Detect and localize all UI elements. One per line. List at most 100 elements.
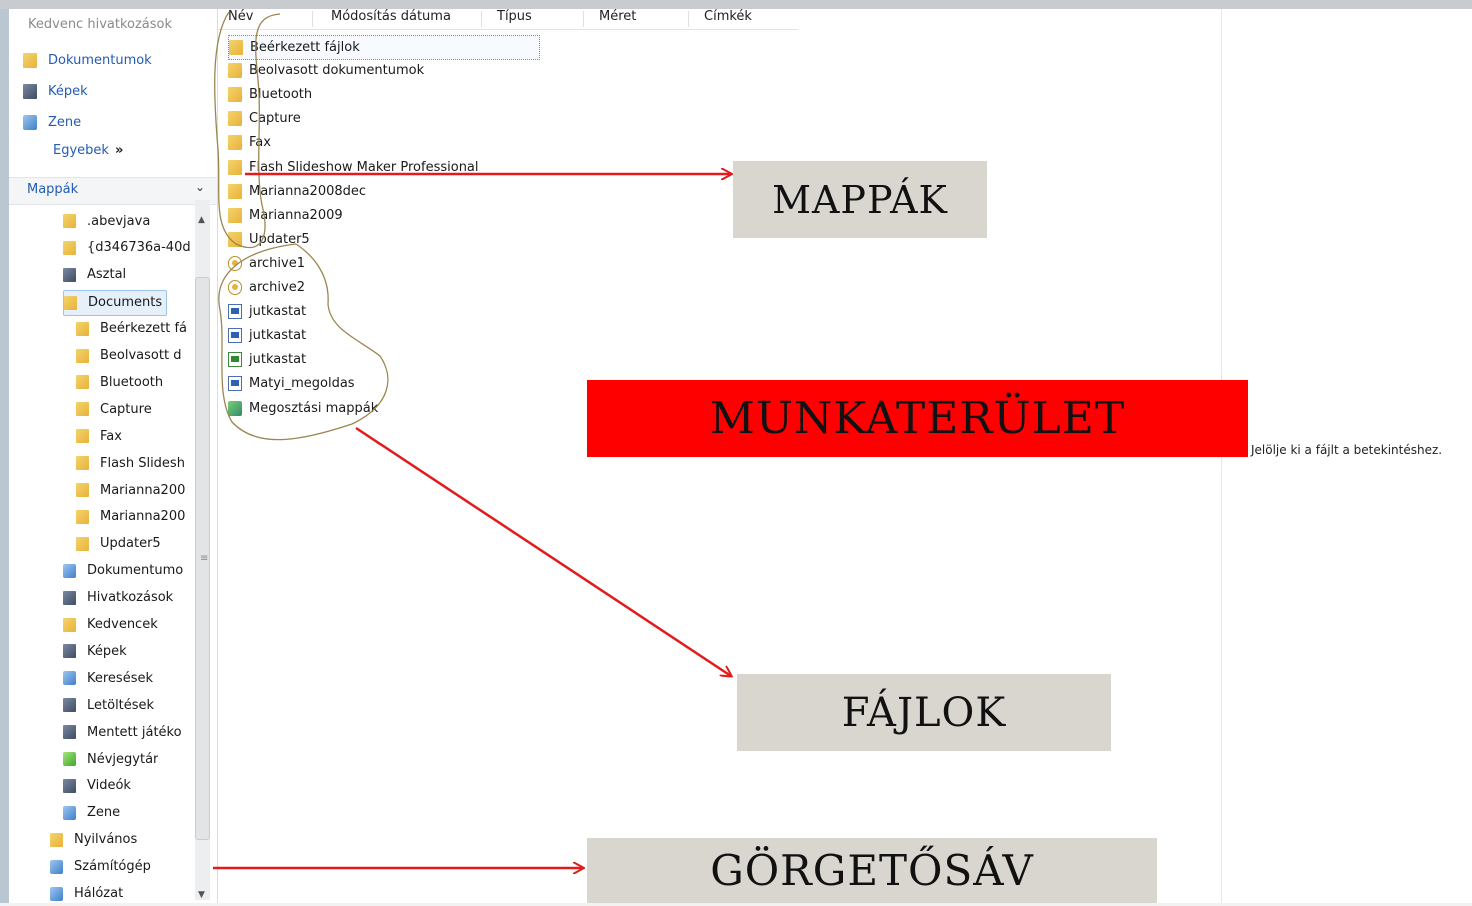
tree-item[interactable]: Flash Slidesh [76, 451, 185, 475]
more-label: Egyebek [53, 143, 109, 158]
saved-games-icon [63, 725, 76, 740]
archive-icon [228, 280, 242, 295]
tree-item[interactable]: Asztal [63, 263, 126, 287]
tree-item[interactable]: Névjegytár [63, 747, 158, 771]
folder-row[interactable]: Bluetooth [228, 83, 312, 106]
scrollbar-thumb[interactable]: ≡ [195, 277, 210, 840]
word-document-icon [228, 328, 242, 344]
tree-item[interactable]: Videók [63, 774, 131, 798]
chevron-down-icon[interactable]: ⌄ [195, 180, 205, 194]
folder-icon [63, 240, 76, 255]
column-modified[interactable]: Módosítás dátuma [331, 9, 451, 24]
downloads-icon [63, 698, 76, 713]
tree-item[interactable]: Zene [63, 801, 120, 825]
file-name: jutkastat [249, 352, 307, 368]
folder-icon [229, 40, 243, 55]
file-row[interactable]: jutkastat [228, 348, 306, 371]
tree-item[interactable]: Mentett játéko [63, 720, 182, 744]
file-row[interactable]: Matyi_megoldas [228, 372, 355, 395]
tree-item-label: Videók [87, 778, 131, 794]
tree-item-label: Hálózat [74, 886, 124, 901]
tree-item[interactable]: Beérkezett fá [76, 317, 187, 341]
folder-icon [228, 87, 242, 103]
tree-item[interactable]: Hálózat [50, 882, 123, 906]
folder-icon [228, 207, 242, 223]
folder-row[interactable]: Beolvasott dokumentumok [228, 59, 424, 82]
pictures-icon [23, 83, 37, 99]
tree-item[interactable]: Beolvasott d [76, 344, 181, 368]
tree-item[interactable]: {d346736a-40d [63, 236, 191, 260]
grip-icon: ≡ [200, 553, 209, 564]
column-size[interactable]: Méret [599, 9, 636, 24]
tree-item[interactable]: Dokumentumo [63, 559, 183, 583]
column-type[interactable]: Típus [497, 9, 532, 24]
callout-folders: MAPPÁK [733, 161, 987, 238]
folder-row[interactable]: Beérkezett fájlok [228, 35, 540, 60]
tree-item-label: {d346736a-40d [87, 240, 191, 256]
tree-item-label: Dokumentumo [87, 563, 184, 579]
tree-item-label: Bluetooth [100, 374, 164, 390]
file-row[interactable]: archive1 [228, 252, 305, 275]
tree-item-label: Updater5 [100, 536, 161, 552]
tree-item-label: Marianna200 [100, 482, 186, 498]
tree-item[interactable]: Letöltések [63, 693, 154, 717]
tree-item[interactable]: Keresések [63, 666, 153, 690]
callout-scrollbar: GÖRGETŐSÁV [587, 838, 1157, 903]
folder-row[interactable]: Capture [228, 107, 301, 130]
file-row[interactable]: jutkastat [228, 300, 306, 323]
double-chevron-icon: » [114, 143, 124, 158]
column-header: Név Módosítás dátuma Típus Méret Címkék [218, 9, 798, 30]
tree-item[interactable]: Marianna200 [76, 478, 185, 502]
column-divider [688, 11, 689, 27]
folder-icon [76, 321, 89, 336]
callout-workarea: MUNKATERÜLET [587, 380, 1248, 457]
tree-item[interactable]: .abevjava [63, 209, 150, 233]
folders-header[interactable]: Mappák ⌄ [9, 177, 217, 205]
column-tags[interactable]: Címkék [704, 9, 752, 24]
favorite-kepek[interactable]: Képek [23, 80, 88, 102]
tree-item[interactable]: Kedvencek [63, 613, 158, 637]
column-name[interactable]: Név [228, 9, 253, 24]
tree-item[interactable]: Fax [76, 424, 122, 448]
scroll-down-arrow-icon[interactable]: ▼ [198, 890, 205, 900]
folder-row[interactable]: Fax [228, 131, 271, 154]
file-row[interactable]: Megosztási mappák [228, 397, 378, 420]
file-name: archive1 [249, 255, 305, 271]
folder-icon [23, 52, 37, 68]
tree-item[interactable]: Nyilvános [50, 828, 137, 852]
file-name: Flash Slideshow Maker Professional [249, 159, 479, 175]
file-name: jutkastat [249, 304, 307, 320]
folder-icon [76, 402, 89, 417]
tree-item-label: Kedvencek [87, 617, 158, 632]
window-left-edge [0, 9, 9, 903]
favorite-label: Képek [48, 83, 88, 99]
tree-item-label: Keresések [87, 670, 154, 686]
tree-item[interactable]: Képek [63, 639, 127, 663]
tree-item[interactable]: Bluetooth [76, 370, 163, 394]
file-row[interactable]: jutkastat [228, 324, 306, 347]
file-name: Beolvasott dokumentumok [249, 63, 425, 79]
folder-row[interactable]: Marianna2008dec [228, 180, 366, 203]
tree-item-label: Nyilvános [74, 832, 138, 848]
folder-icon [76, 429, 89, 444]
folder-icon [228, 159, 242, 175]
tree-item[interactable]: Capture [76, 397, 152, 421]
file-name: Marianna2009 [249, 207, 343, 223]
favorite-dokumentumok[interactable]: Dokumentumok [23, 49, 152, 71]
tree-item[interactable]: Marianna200 [76, 505, 185, 529]
favorite-zene[interactable]: Zene [23, 111, 81, 133]
tree-item-label: Fax [100, 428, 122, 444]
tree-item-label: Zene [87, 805, 121, 821]
more-favorites-link[interactable]: Egyebek » [53, 143, 123, 158]
scroll-up-arrow-icon[interactable]: ▲ [198, 215, 205, 225]
tree-item[interactable]: Updater5 [76, 532, 161, 556]
tree-item[interactable]: Hivatkozások [63, 586, 173, 610]
folder-row[interactable]: Updater5 [228, 228, 310, 251]
tree-item[interactable]: Documents [63, 289, 168, 316]
tree-item[interactable]: Számítógép [50, 855, 151, 879]
file-row[interactable]: archive2 [228, 276, 305, 299]
tree-item-label: Capture [100, 401, 152, 417]
folder-row[interactable]: Flash Slideshow Maker Professional [228, 156, 479, 179]
folder-row[interactable]: Marianna2009 [228, 204, 343, 227]
music-icon [23, 114, 37, 130]
